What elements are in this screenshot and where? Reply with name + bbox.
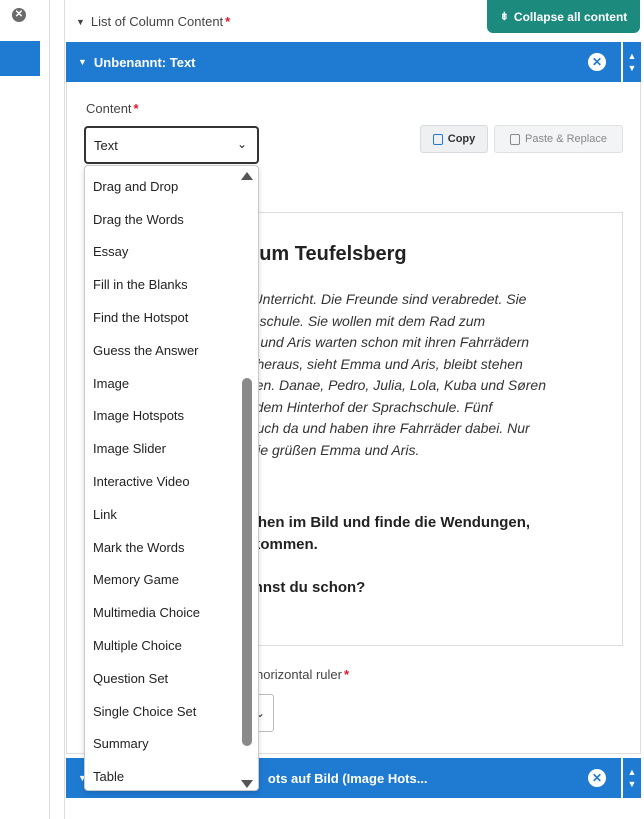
- collapse-icon: ⇟: [499, 11, 509, 23]
- dropdown-option[interactable]: Link: [85, 498, 237, 531]
- scroll-down-icon[interactable]: [241, 780, 253, 788]
- paragraph-line: mt heraus, sieht Emma und Aris, bleibt s…: [237, 355, 523, 372]
- collapse-all-label: Collapse all content: [513, 9, 628, 24]
- paste-label: Paste & Replace: [525, 133, 607, 145]
- paragraph-line: achschule. Sie wollen mit dem Rad zum: [237, 312, 486, 329]
- section-title: ots auf Bild (Image Hots...: [267, 770, 428, 786]
- paragraph-line: ihnen. Danae, Pedro, Julia, Lola, Kuba u…: [237, 377, 546, 393]
- scroll-up-icon[interactable]: [241, 172, 253, 180]
- copy-label: Copy: [447, 133, 476, 145]
- dropdown-option[interactable]: Multimedia Choice: [85, 596, 237, 629]
- left-sidebar: ✕: [0, 0, 50, 819]
- dropdown-option[interactable]: Mark the Words: [85, 531, 237, 564]
- dropdown-option[interactable]: Summary: [85, 728, 237, 761]
- chevron-down-icon[interactable]: ▼: [628, 62, 637, 74]
- dropdown-option[interactable]: Fill in the Blanks: [85, 268, 237, 301]
- paragraph-line: l. Sie grüßen Emma und Aris.: [237, 441, 420, 458]
- dropdown-option[interactable]: Essay: [85, 236, 237, 269]
- chevron-up-icon[interactable]: ▲: [628, 50, 637, 62]
- paragraph-line: ma und Aris warten schon mit ihren Fahrr…: [237, 334, 530, 350]
- remove-icon[interactable]: ✕: [588, 769, 606, 787]
- content-type-select[interactable]: Text ⌄: [84, 126, 259, 164]
- close-icon[interactable]: ✕: [12, 8, 26, 22]
- dropdown-option[interactable]: Single Choice Set: [85, 695, 237, 728]
- triangle-down-icon: ▼: [76, 17, 85, 27]
- content-type-dropdown[interactable]: Drag and Drop Drag the Words Essay Fill in …: [84, 165, 259, 791]
- horizontal-ruler-label: horizontal ruler *: [256, 667, 350, 682]
- paste-icon: [510, 133, 521, 145]
- preview-title: ; zum Teufelsberg: [237, 243, 407, 265]
- dropdown-option[interactable]: Find the Hotspot: [85, 301, 237, 334]
- chevron-up-icon[interactable]: ▲: [628, 766, 637, 778]
- dropdown-option[interactable]: Image Hotspots: [85, 400, 237, 433]
- required-mark: *: [225, 14, 231, 29]
- section-header-text[interactable]: ▼ Unbenannt: Text ✕: [66, 42, 621, 82]
- dropdown-option[interactable]: Interactive Video: [85, 465, 237, 498]
- paragraph-line: m Unterricht. Die Freunde sind verabrede…: [237, 291, 527, 307]
- content-type-value: Text: [94, 137, 118, 153]
- dropdown-option[interactable]: Drag and Drop: [85, 170, 237, 203]
- copy-icon: [432, 133, 443, 145]
- content-field-label: Content *: [86, 101, 139, 116]
- copy-button[interactable]: Copy: [420, 125, 488, 153]
- dropdown-option[interactable]: Memory Game: [85, 564, 237, 597]
- reorder-arrows[interactable]: ▲ ▼: [623, 42, 641, 82]
- preview-question-1: eichen im Bild und finde die Wendungen, …: [237, 514, 531, 553]
- dropdown-option[interactable]: Image Slider: [85, 432, 237, 465]
- text-preview: ; zum Teufelsberg m Unterricht. Die Freu…: [226, 212, 623, 646]
- remove-icon[interactable]: ✕: [588, 53, 606, 71]
- dropdown-option[interactable]: Guess the Answer: [85, 334, 237, 367]
- preview-paragraph: m Unterricht. Die Freunde sind verabrede…: [237, 289, 617, 461]
- dropdown-option[interactable]: Image: [85, 367, 237, 400]
- list-header[interactable]: ▼ List of Column Content *: [76, 14, 230, 29]
- dropdown-option[interactable]: Table: [85, 760, 237, 790]
- paragraph-line: us dem Hinterhof der Sprachschule. Fünf: [237, 398, 493, 415]
- collapse-all-button[interactable]: ⇟ Collapse all content: [487, 0, 640, 33]
- chevron-down-icon: ⌄: [236, 137, 247, 151]
- list-header-label: List of Column Content: [90, 14, 224, 29]
- active-item-marker[interactable]: [0, 41, 40, 76]
- dropdown-option[interactable]: Question Set: [85, 662, 237, 695]
- dropdown-option[interactable]: Drag the Words: [85, 203, 237, 236]
- dropdown-option[interactable]: Multiple Choice: [85, 629, 237, 662]
- paragraph-line: e auch da und haben ihre Fahrräder dabei…: [237, 420, 530, 436]
- chevron-down-icon[interactable]: ▼: [628, 778, 637, 790]
- scrollbar-thumb[interactable]: [242, 378, 252, 746]
- triangle-down-icon: ▼: [78, 57, 87, 67]
- paste-replace-button[interactable]: Paste & Replace: [494, 125, 623, 153]
- reorder-arrows[interactable]: ▲ ▼: [623, 758, 641, 798]
- section-title: Unbenannt: Text: [93, 54, 196, 70]
